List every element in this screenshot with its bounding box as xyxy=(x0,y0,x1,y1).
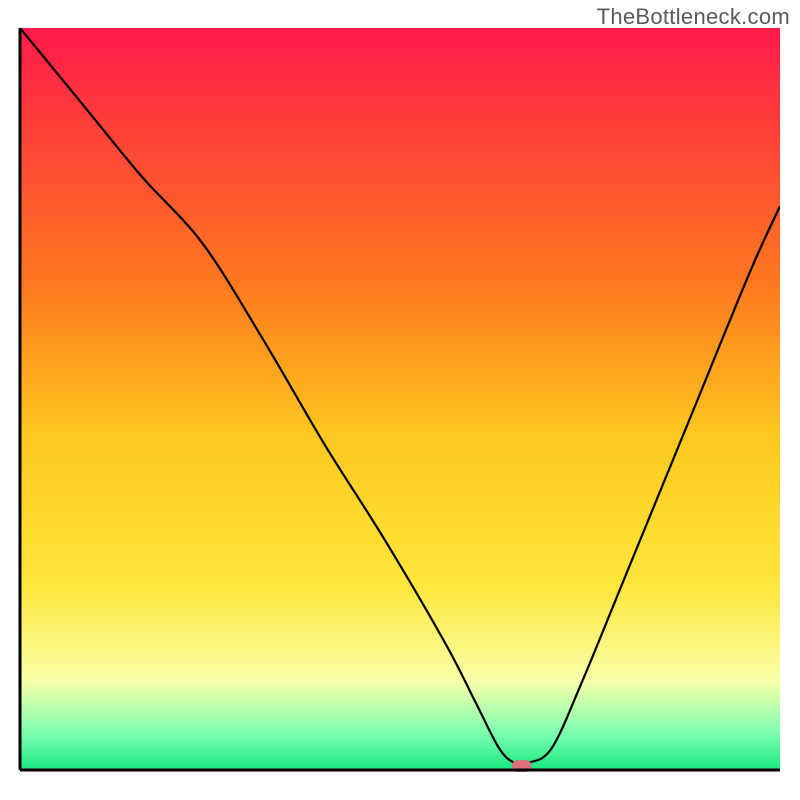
gradient-background xyxy=(20,28,780,770)
bottleneck-chart xyxy=(0,0,800,800)
watermark-label: TheBottleneck.com xyxy=(597,4,790,30)
